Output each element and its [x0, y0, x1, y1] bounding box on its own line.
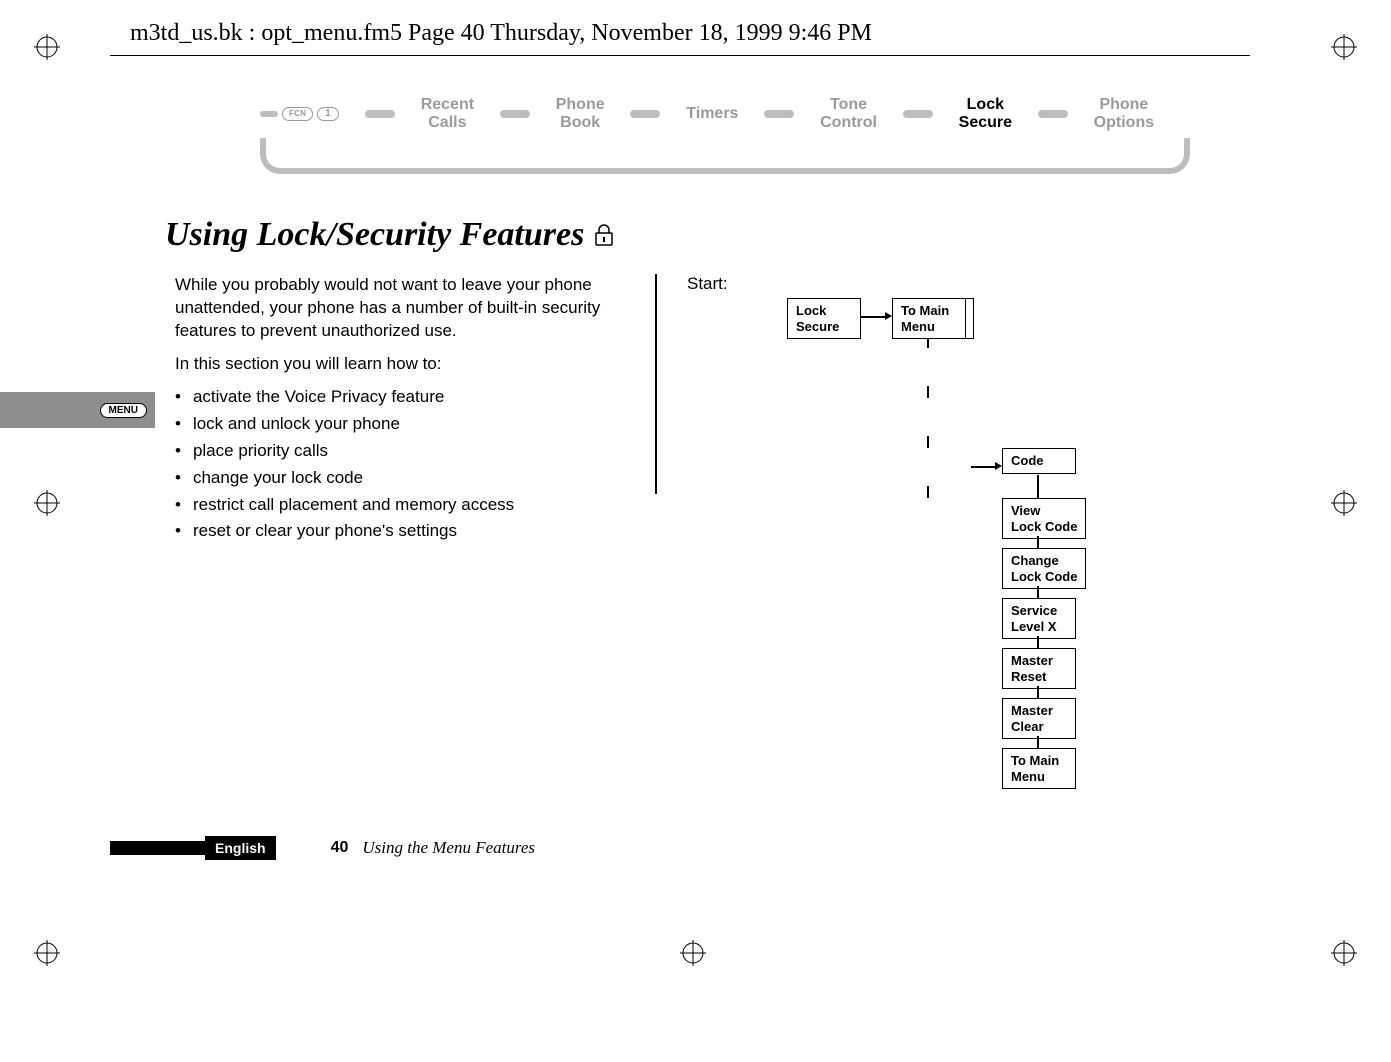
- nav-tone-control: ToneControl: [820, 96, 877, 131]
- flow-to-main-menu-2: To MainMenu: [1002, 748, 1076, 789]
- footer-language: English: [205, 836, 276, 860]
- header-path: m3td_us.bk : opt_menu.fm5 Page 40 Thursd…: [130, 20, 1250, 47]
- nav-phone-book: PhoneBook: [556, 96, 605, 131]
- columns: While you probably would not want to lea…: [175, 274, 1250, 858]
- nav-items: FCN 1 RecentCalls PhoneBook Timers ToneC…: [260, 96, 1190, 131]
- flow-master-reset: MasterReset: [1002, 648, 1076, 689]
- bullet-item: reset or clear your phone's settings: [175, 520, 625, 543]
- page-footer: English 40 Using the Menu Features: [110, 836, 1250, 860]
- bullet-item: restrict call placement and memory acces…: [175, 494, 625, 517]
- nav-connector: [630, 110, 660, 118]
- flow-code: Code: [1002, 448, 1076, 474]
- nav-connector: [1038, 110, 1068, 118]
- flow-change-lock-code: ChangeLock Code: [1002, 548, 1086, 589]
- footer-chapter: Using the Menu Features: [362, 838, 535, 858]
- crop-mark-icon: [1331, 34, 1357, 60]
- intro-para-2: In this section you will learn how to:: [175, 353, 625, 376]
- nav-connector: [365, 110, 395, 118]
- crop-mark-icon: [1331, 940, 1357, 966]
- lock-icon: [594, 224, 614, 246]
- page-content: m3td_us.bk : opt_menu.fm5 Page 40 Thursd…: [110, 20, 1250, 1000]
- footer-page-number: 40: [331, 839, 349, 857]
- nav-key-fcn: FCN: [282, 107, 313, 121]
- nav-timers: Timers: [686, 105, 738, 123]
- bullet-item: change your lock code: [175, 467, 625, 490]
- nav-recent-calls: RecentCalls: [421, 96, 474, 131]
- bullet-list: activate the Voice Privacy feature lock …: [175, 386, 625, 544]
- crop-mark-icon: [34, 34, 60, 60]
- header-rule: [110, 55, 1250, 56]
- nav-lock-secure: LockSecure: [959, 96, 1012, 131]
- nav-keys: FCN 1: [260, 107, 339, 121]
- crop-mark-icon: [1331, 490, 1357, 516]
- start-label: Start:: [687, 274, 1250, 294]
- nav-rail: [260, 138, 1190, 174]
- col-left: While you probably would not want to lea…: [175, 274, 625, 858]
- crop-mark-icon: [34, 940, 60, 966]
- crop-mark-icon: [34, 490, 60, 516]
- nav-phone-options: PhoneOptions: [1094, 96, 1154, 131]
- flow-view-lock-code: ViewLock Code: [1002, 498, 1086, 539]
- nav-bar: FCN 1 RecentCalls PhoneBook Timers ToneC…: [260, 96, 1190, 186]
- flow-master-clear: MasterClear: [1002, 698, 1076, 739]
- bullet-item: place priority calls: [175, 440, 625, 463]
- flow-lock-secure: LockSecure: [787, 298, 861, 339]
- nav-connector: [764, 110, 794, 118]
- intro-para-1: While you probably would not want to lea…: [175, 274, 625, 343]
- flowchart: LockSecure PrivacyOff AutomaticLock Off …: [787, 298, 1250, 858]
- bullet-item: activate the Voice Privacy feature: [175, 386, 625, 409]
- nav-key-1: 1: [317, 107, 339, 121]
- nav-connector: [500, 110, 530, 118]
- section-title: Using Lock/Security Features: [165, 216, 1250, 254]
- footer-black-bar: [110, 841, 205, 855]
- section-title-text: Using Lock/Security Features: [165, 216, 584, 254]
- column-separator: [655, 274, 657, 494]
- nav-connector: [903, 110, 933, 118]
- flow-to-main-menu: To MainMenu: [892, 298, 966, 339]
- col-right: Start: LockSecure PrivacyOff AutomaticLo…: [687, 274, 1250, 858]
- flow-service-level: ServiceLevel X: [1002, 598, 1076, 639]
- bullet-item: lock and unlock your phone: [175, 413, 625, 436]
